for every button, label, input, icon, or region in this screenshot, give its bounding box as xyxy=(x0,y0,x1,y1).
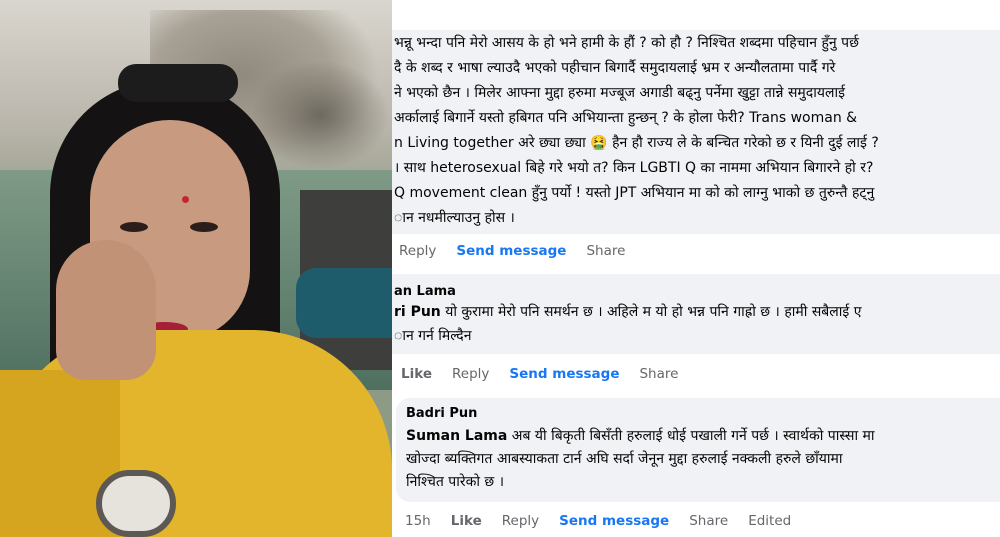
right-eye xyxy=(190,222,218,232)
comment-thread: भन्नू भन्दा पनि मेरो आसय के हो भने हामी … xyxy=(392,0,1000,537)
comment-3-actions: 15h Like Reply Send message Share Edited xyxy=(405,511,811,531)
comment-2-text-1: यो कुरामा मेरो पनि समर्थन छ । अहिले म यो… xyxy=(445,304,862,320)
comment-1-line-5: n Living together अरे छ्या छ्या 🤮 हैन हौ… xyxy=(394,135,879,151)
comment-2-mention[interactable]: ri Pun xyxy=(394,304,441,320)
comment-2-line-2: ान गर्न मिल्दैन xyxy=(394,328,472,344)
comment-2-line-1: ri Pun यो कुरामा मेरो पनि समर्थन छ । अहि… xyxy=(394,302,861,322)
reply-button[interactable]: Reply xyxy=(452,366,489,382)
send-message-button[interactable]: Send message xyxy=(456,243,566,259)
edited-label: Edited xyxy=(748,513,792,529)
comment-3-text-1: अब यी बिकृती बिसँती हरुलाई धोई पखाली गर्… xyxy=(511,428,875,444)
share-button[interactable]: Share xyxy=(639,366,678,382)
comment-3-mention[interactable]: Suman Lama xyxy=(406,428,507,444)
send-message-button[interactable]: Send message xyxy=(559,513,669,529)
comment-3-line-3: निश्चित पारेको छ । xyxy=(406,474,504,490)
comment-1-line-8: ान नधमील्याउनु होस । xyxy=(394,210,515,226)
like-button[interactable]: Like xyxy=(451,513,482,529)
comment-1-line-4: अर्कालाई बिगार्ने यस्तो हबिगत पनि अभियान… xyxy=(394,110,858,126)
comment-1-actions: Reply Send message Share xyxy=(399,241,645,261)
comment-1-line-6: । साथ heterosexual बिहे गरे भयो त? किन L… xyxy=(394,160,874,176)
comment-timestamp[interactable]: 15h xyxy=(405,513,431,529)
share-button[interactable]: Share xyxy=(586,243,625,259)
comment-2-actions: Like Reply Send message Share xyxy=(401,364,698,384)
bindi xyxy=(182,196,189,203)
comment-3-author[interactable]: Badri Pun xyxy=(406,405,477,423)
sunglasses-icon xyxy=(118,64,238,102)
wristwatch-icon xyxy=(96,470,176,537)
comment-1-line-2: दै के शब्द र भाषा ल्याउदै भएको पहीचान बि… xyxy=(394,60,836,76)
comment-3-line-1: Suman Lama अब यी बिकृती बिसँती हरुलाई धो… xyxy=(406,426,875,446)
comment-1-line-3: ने भएको छैन । मिलेर आफ्ना मुद्दा हरुमा म… xyxy=(394,85,845,101)
comment-1-line-1: भन्नू भन्दा पनि मेरो आसय के हो भने हामी … xyxy=(394,35,859,51)
send-message-button[interactable]: Send message xyxy=(509,366,619,382)
comment-1-line-7: Q movement clean हुँनु पर्यो ! यस्तो JPT… xyxy=(394,185,875,201)
chair xyxy=(296,268,392,338)
reply-button[interactable]: Reply xyxy=(399,243,436,259)
comment-3-line-2: खोज्दा ब्यक्तिगत आबस्याकता टार्न अघि सर्… xyxy=(406,451,843,467)
share-button[interactable]: Share xyxy=(689,513,728,529)
profile-photo xyxy=(0,0,392,537)
comment-2-author[interactable]: an Lama xyxy=(394,283,456,301)
hand xyxy=(56,240,156,380)
left-eye xyxy=(120,222,148,232)
like-button[interactable]: Like xyxy=(401,366,432,382)
reply-button[interactable]: Reply xyxy=(502,513,539,529)
